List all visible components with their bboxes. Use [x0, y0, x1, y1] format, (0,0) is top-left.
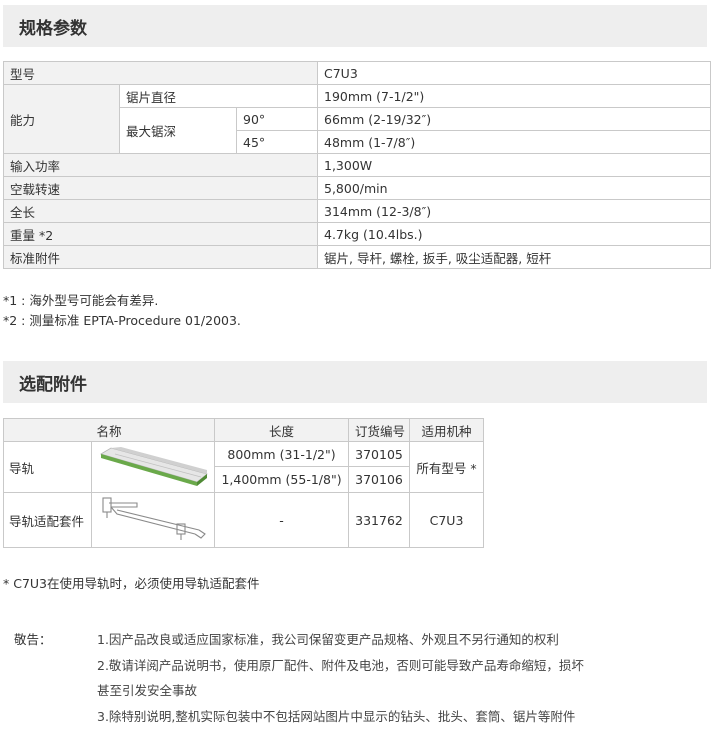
accessory-section-title: 选配附件 [19, 375, 87, 395]
accessory-section-header: 选配附件 [3, 361, 707, 403]
accessory-table: 名称 长度 订货编号 适用机种 导轨 800mm (31-1/2") 37010… [2, 418, 485, 548]
accessory-name: 导轨适配套件 [3, 492, 92, 548]
accessory-row-guide-rail-800: 导轨 800mm (31-1/2") 370105 所有型号 * [3, 441, 485, 493]
spec-value: 314mm (12-3/8″) [317, 199, 711, 223]
accessory-row-adapter: 导轨适配套件 - 331762 C7U3 [3, 492, 485, 548]
spec-value: 锯片, 导杆, 螺栓, 扳手, 吸尘适配器, 短杆 [317, 245, 711, 269]
spec-table: 型号 C7U3 能力 锯片直径 190mm (7-1/2") 最大锯深 90° … [3, 61, 711, 269]
spec-label: 重量 *2 [3, 222, 318, 246]
spec-row-weight: 重量 *2 4.7kg (10.4lbs.) [3, 222, 711, 246]
guide-rail-icon [100, 446, 208, 486]
accessory-name: 导轨 [3, 441, 92, 493]
spec-value: 66mm (2-19/32″) [317, 107, 711, 131]
spec-value: 190mm (7-1/2") [317, 84, 711, 108]
warning-line-1: 1.因产品改良或适应国家标准，我公司保留变更产品规格、外观且不另行通知的权利 [97, 632, 559, 647]
spec-value: 48mm (1-7/8″) [317, 130, 711, 154]
spec-note-1: *1 : 海外型号可能会有差异. [3, 293, 159, 308]
spec-row-model: 型号 C7U3 [3, 61, 711, 85]
spec-row-accessories: 标准附件 锯片, 导杆, 螺栓, 扳手, 吸尘适配器, 短杆 [3, 245, 711, 269]
spec-label: 型号 [3, 61, 318, 85]
spec-angle: 90° [236, 107, 318, 131]
spec-value: 1,300W [317, 153, 711, 177]
header-order-no: 订货编号 [348, 418, 411, 442]
spec-value: 4.7kg (10.4lbs.) [317, 222, 711, 246]
spec-label-capacity: 能力 [3, 84, 120, 154]
spec-label: 空载转速 [3, 176, 318, 200]
spec-section-header: 规格参数 [3, 5, 707, 47]
accessory-applicable: 所有型号 * [409, 441, 485, 493]
rail-adapter-icon [102, 496, 206, 540]
accessory-order-no: 370105 [348, 441, 411, 467]
accessory-header-row: 名称 长度 订货编号 适用机种 [2, 418, 485, 442]
adapter-image [90, 492, 216, 548]
spec-note-2: *2 : 测量标准 EPTA-Procedure 01/2003. [3, 313, 241, 328]
header-name: 名称 [2, 418, 216, 442]
accessory-note: * C7U3在使用导轨时，必须使用导轨适配套件 [3, 576, 260, 591]
header-applicable: 适用机种 [409, 418, 485, 442]
spec-sublabel: 锯片直径 [119, 84, 318, 108]
accessory-order-no: 370106 [348, 466, 411, 493]
spec-value: 5,800/min [317, 176, 711, 200]
accessory-length: 1,400mm (55-1/8") [214, 466, 350, 493]
warning-line-2-cont: 甚至引发安全事故 [97, 683, 198, 698]
accessory-length: - [214, 492, 350, 548]
spec-section-title: 规格参数 [19, 19, 87, 39]
spec-label: 输入功率 [3, 153, 318, 177]
spec-row-blade-diameter: 能力 锯片直径 190mm (7-1/2") [3, 84, 711, 154]
spec-row-no-load-speed: 空载转速 5,800/min [3, 176, 711, 200]
accessory-applicable: C7U3 [409, 492, 485, 548]
spec-row-length: 全长 314mm (12-3/8″) [3, 199, 711, 223]
spec-label: 全长 [3, 199, 318, 223]
warning-label: 敬告： [14, 632, 52, 647]
spec-label: 标准附件 [3, 245, 318, 269]
accessory-length: 800mm (31-1/2") [214, 441, 350, 467]
spec-angle: 45° [236, 130, 318, 154]
spec-row-input-power: 输入功率 1,300W [3, 153, 711, 177]
warning-line-2: 2.敬请详阅产品说明书，使用原厂配件、附件及电池，否则可能导致产品寿命缩短，损坏 [97, 658, 584, 673]
accessory-order-no: 331762 [348, 492, 411, 548]
guide-rail-image [90, 441, 216, 493]
spec-sublabel-max-depth: 最大锯深 [119, 107, 237, 154]
spec-value: C7U3 [317, 61, 711, 85]
header-length: 长度 [214, 418, 350, 442]
warning-line-3: 3.除特别说明,整机实际包装中不包括网站图片中显示的钻头、批头、套筒、锯片等附件 [97, 709, 576, 724]
